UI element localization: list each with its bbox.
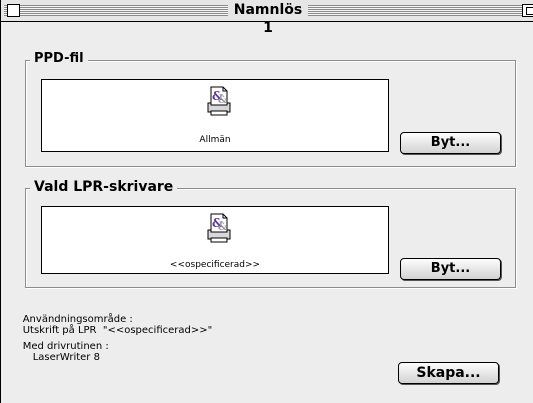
close-box-icon[interactable] [7, 4, 20, 17]
ppd-file-name: Allmän [199, 135, 231, 145]
change-lpr-printer-button[interactable]: Byt... [400, 258, 501, 280]
lpr-printer-legend: Vald LPR-skrivare [30, 178, 178, 196]
ppd-file-legend: PPD-fil [30, 51, 88, 67]
window-title: Namnlös 1 [228, 1, 308, 36]
svg-text:&: & [218, 95, 227, 106]
svg-text:&: & [218, 222, 227, 233]
usage-label: Användningsområde : [22, 314, 133, 325]
desktop-printer-utility-window: Namnlös 1 PPD-fil & & Allmän Byt... Vald… [0, 0, 533, 403]
driver-value: LaserWriter 8 [32, 352, 100, 363]
lpr-printer-name: <<ospecificerad>> [169, 260, 261, 270]
change-ppd-button[interactable]: Byt... [400, 132, 501, 154]
lpr-printer-well[interactable]: & & <<ospecificerad>> [41, 206, 389, 274]
zoom-box-icon[interactable] [522, 4, 533, 17]
driver-info-line: Med drivrutinen : LaserWriter 8 [10, 330, 109, 374]
ppd-file-well[interactable]: & & Allmän [41, 79, 389, 152]
lpr-printer-icon: & & [207, 213, 231, 243]
driver-label: Med drivrutinen : [22, 341, 109, 352]
printer-description-file-icon: & & [207, 86, 231, 116]
create-button[interactable]: Skapa... [398, 362, 499, 384]
title-bar[interactable]: Namnlös 1 [1, 0, 533, 36]
